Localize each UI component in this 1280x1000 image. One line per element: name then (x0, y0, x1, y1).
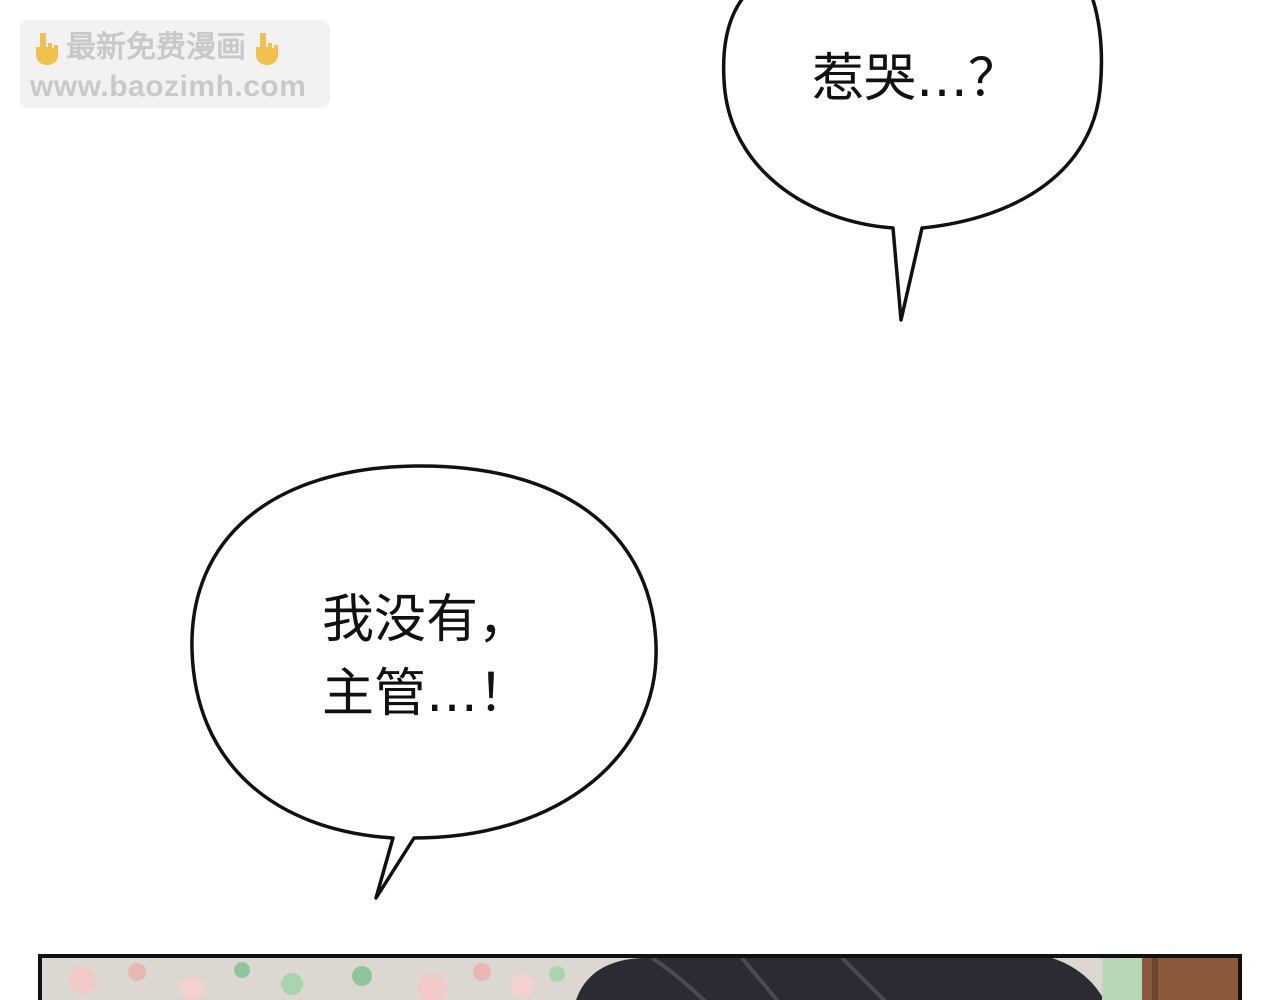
bubble-line: 主管…！ (322, 664, 531, 724)
speech-bubbles-layer (190, 0, 1104, 900)
bubble-line: 惹哭…？ (812, 49, 1021, 109)
bubble-line: 我没有， (322, 590, 531, 650)
comic-panel-next (38, 954, 1242, 1000)
panel-artwork (42, 958, 1238, 1000)
comic-page: 最新免费漫画 www.baozimh.com 惹哭…？ 我没有， 主管…！ (0, 0, 1280, 1000)
bubble-text-top-right: 惹哭…？ (812, 42, 1020, 116)
bubble-text-bottom-left: 我没有， 主管…！ (322, 583, 530, 731)
